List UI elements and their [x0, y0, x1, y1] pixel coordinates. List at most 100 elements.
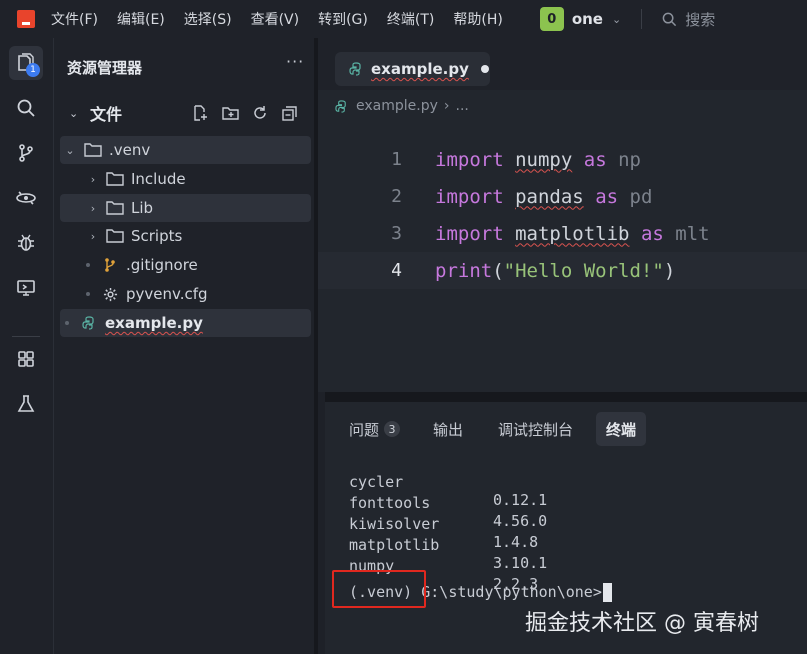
section-header-files[interactable]: ⌄ 文件	[62, 100, 312, 126]
tree-label: .venv	[109, 141, 151, 159]
chevron-right-icon: ›	[90, 229, 96, 243]
venv-highlight-box	[332, 570, 426, 608]
grid-icon	[18, 351, 34, 367]
refresh-icon[interactable]	[250, 103, 270, 123]
git-branch-icon	[19, 144, 33, 162]
new-folder-icon[interactable]	[220, 103, 240, 123]
chevron-down-icon: ⌄	[65, 143, 75, 157]
panel-divider[interactable]	[325, 392, 807, 402]
chevron-down-icon: ⌄	[69, 106, 79, 120]
breadcrumb-file[interactable]: example.py	[356, 98, 438, 114]
folder-icon	[105, 170, 125, 188]
remote-explorer-icon	[16, 191, 36, 205]
source-control-button[interactable]	[9, 136, 43, 170]
app-logo-icon[interactable]	[17, 10, 35, 28]
breadcrumb-more[interactable]: ...	[456, 98, 469, 114]
testing-button[interactable]	[9, 387, 43, 421]
tab-problems[interactable]: 问题 3	[339, 412, 410, 446]
bottom-panel: 问题 3 输出 调试控制台 终端 cycler 0.12.1 fonttools…	[325, 402, 807, 654]
problems-count-badge: 3	[384, 421, 401, 437]
tree-label: Include	[131, 170, 186, 188]
tree-file-pyvenv[interactable]: pyvenv.cfg	[60, 280, 311, 308]
terminal-package-row: kiwisolver 1.4.8	[349, 497, 538, 551]
explorer-button[interactable]: 1	[9, 46, 43, 80]
project-badge: 0	[539, 7, 564, 31]
code-token-module: matplotlib	[515, 222, 630, 245]
terminal-cursor	[602, 582, 612, 602]
sidebar-title: 资源管理器	[67, 59, 143, 77]
code-token-punctuation: (	[492, 259, 504, 282]
search-box[interactable]: 搜索	[662, 9, 715, 30]
new-file-icon[interactable]	[190, 103, 210, 123]
explorer-sidebar: 资源管理器 ··· ⌄ 文件 ⌄ .venv › Include › Lib ›…	[54, 38, 318, 654]
project-switcher[interactable]: 0 one ⌄	[539, 7, 621, 31]
unsaved-dot-icon[interactable]	[480, 65, 489, 73]
tree-label: example.py	[105, 314, 203, 332]
tree-file-example[interactable]: example.py	[60, 309, 311, 337]
menu-selection[interactable]: 选择(S)	[184, 9, 232, 29]
python-file-icon	[335, 99, 348, 113]
tree-folder-scripts[interactable]: › Scripts	[60, 222, 311, 250]
code-token-string: "Hello World!"	[503, 259, 664, 282]
tab-debug-console-label: 调试控制台	[498, 420, 574, 439]
breadcrumb: example.py › ...	[335, 98, 469, 114]
tree-folder-include[interactable]: › Include	[60, 165, 311, 193]
code-token-keyword: as	[583, 148, 607, 171]
code-area[interactable]: 1 import numpy as np 2 import pandas as …	[318, 141, 807, 301]
code-token-alias: pd	[629, 185, 653, 208]
tree-label: Lib	[131, 199, 154, 217]
tab-terminal[interactable]: 终端	[596, 412, 647, 446]
tree-label: .gitignore	[126, 256, 198, 274]
code-token-keyword: import	[435, 222, 504, 245]
collapse-all-icon[interactable]	[280, 103, 300, 123]
python-file-icon	[79, 314, 99, 332]
tree-folder-venv[interactable]: ⌄ .venv	[60, 136, 311, 164]
menu-file[interactable]: 文件(F)	[51, 9, 98, 29]
extensions-button[interactable]	[9, 342, 43, 376]
breadcrumb-separator: ›	[443, 98, 450, 114]
tree-label: pyvenv.cfg	[126, 285, 208, 303]
code-token-keyword: import	[435, 148, 504, 171]
remote-window-button[interactable]	[9, 271, 43, 305]
tab-example-py[interactable]: example.py	[335, 52, 490, 86]
menu-view[interactable]: 查看(V)	[251, 9, 300, 29]
terminal-package-row: cycler 0.12.1	[349, 455, 547, 509]
activity-bar: 1	[0, 38, 54, 654]
editor: example.py example.py › ... 1 import num…	[318, 38, 807, 392]
tab-output[interactable]: 输出	[423, 412, 473, 446]
tab-output-label: 输出	[433, 420, 464, 439]
tree-dot	[86, 292, 90, 296]
code-token-alias: np	[618, 148, 641, 171]
menu-bar: 文件(F) 编辑(E) 选择(S) 查看(V) 转到(G) 终端(T) 帮助(H…	[0, 0, 807, 38]
search-icon	[17, 99, 35, 117]
package-version: 3.10.1	[493, 554, 548, 572]
code-line-current: 4 print("Hello World!")	[318, 252, 807, 289]
tab-terminal-label: 终端	[606, 420, 637, 439]
editor-tab-bar: example.py	[318, 38, 807, 90]
debug-button[interactable]	[9, 226, 43, 260]
remote-button[interactable]	[9, 181, 43, 215]
code-line: 2 import pandas as pd	[318, 178, 807, 215]
menu-terminal[interactable]: 终端(T)	[387, 9, 434, 29]
tree-folder-lib[interactable]: › Lib	[60, 194, 311, 222]
code-line: 1 import numpy as np	[318, 141, 807, 178]
activity-divider	[12, 336, 40, 337]
terminal-package-row: numpy 2.2.3	[349, 539, 538, 593]
prompt-path: G:\study\python\one>	[412, 583, 602, 601]
search-button[interactable]	[9, 91, 43, 125]
more-actions-icon[interactable]: ···	[286, 52, 304, 71]
tab-debug-console[interactable]: 调试控制台	[488, 412, 583, 446]
menu-edit[interactable]: 编辑(E)	[117, 9, 165, 29]
watermark: 掘金技术社区 @ 寅春树	[525, 611, 759, 636]
line-number: 1	[391, 149, 402, 170]
line-number: 2	[391, 186, 402, 207]
chevron-right-icon: ›	[90, 172, 96, 186]
package-version: 1.4.8	[493, 533, 539, 551]
menu-help[interactable]: 帮助(H)	[453, 9, 502, 29]
project-name: one	[571, 10, 603, 28]
python-file-icon	[349, 62, 363, 76]
tree-file-gitignore[interactable]: .gitignore	[60, 251, 311, 279]
terminal-package-row: fonttools 4.56.0	[349, 476, 547, 530]
menu-divider	[641, 9, 643, 29]
menu-go[interactable]: 转到(G)	[318, 9, 368, 29]
